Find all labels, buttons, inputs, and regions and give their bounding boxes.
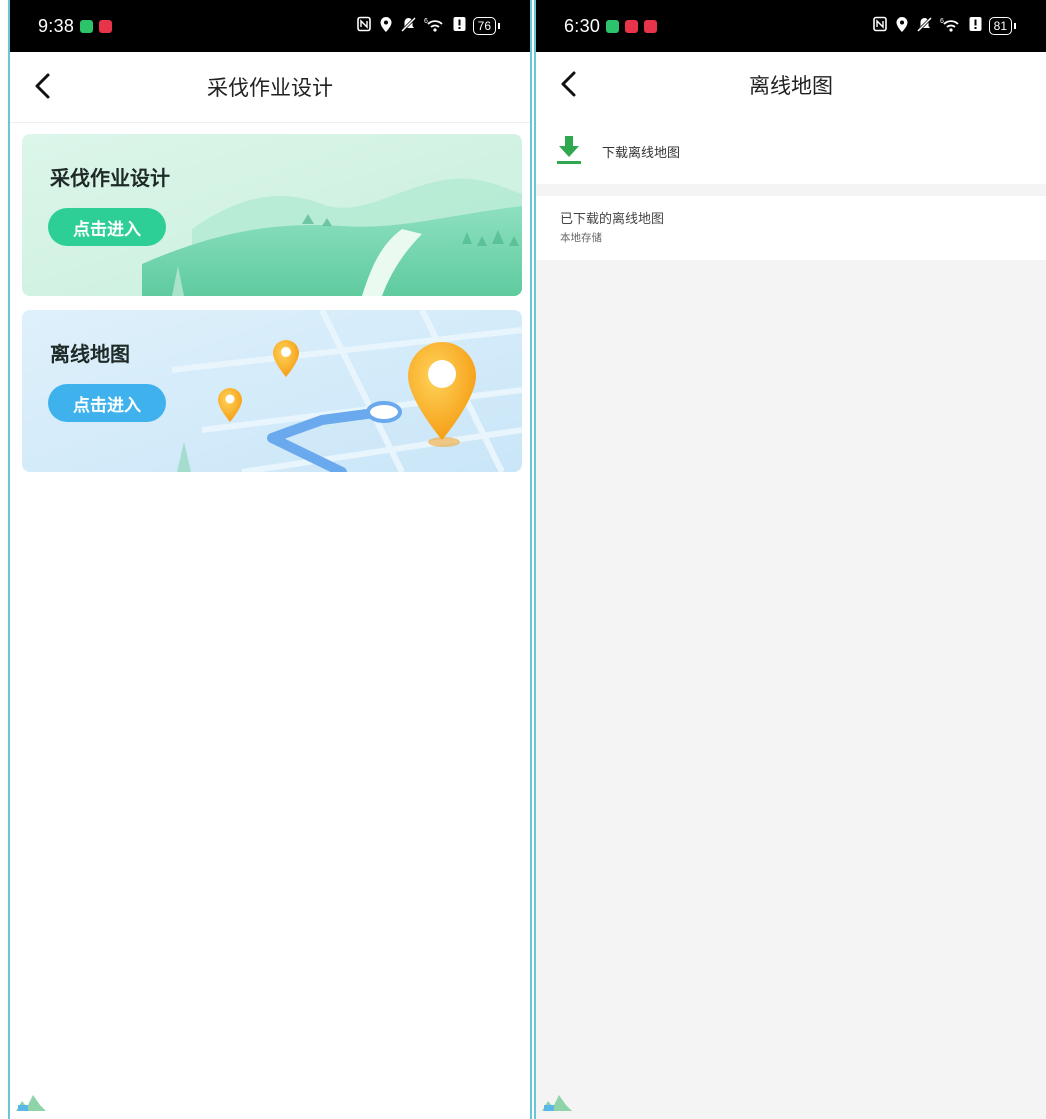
downloaded-maps-row[interactable]: 已下载的离线地图 本地存储	[536, 196, 1046, 260]
mute-icon	[400, 16, 417, 37]
page-title: 离线地图	[749, 74, 833, 98]
page-title: 采伐作业设计	[207, 76, 333, 100]
download-offline-map-row[interactable]: 下载离线地图	[536, 118, 1046, 184]
battery-icon: 81	[988, 17, 1012, 35]
svg-text:6: 6	[424, 18, 428, 25]
back-button[interactable]	[20, 64, 64, 108]
status-time: 9:38	[38, 15, 75, 36]
alert-icon	[453, 16, 466, 36]
local-storage-label: 本地存储	[560, 232, 602, 244]
back-button[interactable]	[546, 62, 590, 106]
app-notification-icon	[80, 19, 94, 33]
back-arrow-icon	[561, 71, 576, 97]
alert-icon	[969, 16, 982, 36]
download-label: 下载离线地图	[602, 146, 681, 161]
card-logging-design[interactable]: 采伐作业设计 点击进入	[22, 134, 522, 296]
svg-text:6: 6	[940, 18, 944, 25]
battery-icon: 76	[472, 17, 496, 35]
status-time: 6:30	[564, 15, 601, 36]
right-screen: 6:30 6 81 离线地图 下载离线地图 已下载的离线地图 本地存储	[534, 0, 1046, 1119]
nfc-icon	[872, 16, 888, 36]
location-icon	[895, 16, 909, 37]
app-notification-icon	[606, 19, 620, 33]
status-bar: 9:38 6 76	[10, 0, 530, 52]
location-icon	[379, 16, 393, 37]
downloaded-maps-title: 已下载的离线地图	[560, 212, 665, 227]
card-offline-map[interactable]: 离线地图 点击进入	[22, 310, 522, 472]
app-logo-icon	[540, 1093, 574, 1117]
app-notification-icon	[625, 19, 639, 33]
app-notification-icon	[99, 19, 113, 33]
wifi-icon: 6	[940, 16, 962, 37]
left-screen: 9:38 6 76 采伐作业设计 采伐作业设计 点击进入 离线地图 点击进入	[8, 0, 532, 1119]
battery-tip	[498, 23, 500, 29]
nfc-icon	[356, 16, 372, 36]
status-bar: 6:30 6 81	[536, 0, 1046, 52]
mute-icon	[916, 16, 933, 37]
app-notification-icon	[644, 19, 658, 33]
wifi-icon: 6	[424, 16, 446, 37]
top-bar: 离线地图	[536, 52, 1046, 118]
download-icon	[556, 134, 582, 170]
battery-tip	[1014, 23, 1016, 29]
top-bar: 采伐作业设计	[10, 52, 530, 123]
card-title: 采伐作业设计	[50, 166, 170, 190]
back-arrow-icon	[35, 73, 50, 99]
enter-button[interactable]: 点击进入	[48, 384, 166, 422]
app-logo-icon	[14, 1093, 48, 1117]
enter-button[interactable]: 点击进入	[48, 208, 166, 246]
card-title: 离线地图	[50, 342, 130, 366]
